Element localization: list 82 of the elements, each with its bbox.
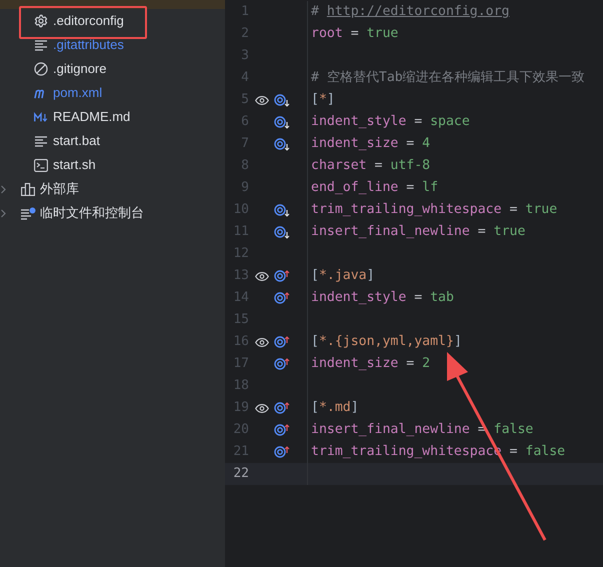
override-down-icon[interactable]	[274, 204, 290, 216]
property-key: root	[311, 24, 343, 44]
override-up-icon[interactable]	[274, 358, 290, 370]
section-pattern: *	[318, 91, 327, 110]
property-value: tab	[430, 289, 454, 308]
code-operator: =	[374, 157, 384, 176]
tree-node-label[interactable]: 临时文件和控制台	[40, 203, 144, 223]
eye-icon[interactable]	[255, 272, 269, 280]
section-bracket: ]	[366, 267, 375, 286]
section-pattern: *.md	[318, 399, 351, 418]
property-key: indent_size	[311, 354, 398, 374]
terminal-icon	[34, 158, 48, 172]
override-up-icon[interactable]	[274, 336, 290, 348]
property-value: true	[366, 25, 398, 44]
property-value: space	[430, 113, 470, 132]
file-name[interactable]: start.bat	[53, 131, 100, 151]
code-comment: # 空格替代Tab缩进在各种编辑工具下效果一致	[311, 69, 585, 88]
property-value: true	[494, 223, 526, 242]
property-key: indent_style	[311, 288, 406, 308]
override-down-icon[interactable]	[274, 116, 290, 128]
override-up-icon[interactable]	[274, 402, 290, 414]
property-value: lf	[422, 179, 438, 198]
library-icon	[21, 182, 35, 196]
property-value: true	[525, 201, 558, 220]
eye-icon[interactable]	[255, 404, 269, 412]
code-operator: =	[476, 223, 487, 242]
chevron-right-icon[interactable]	[0, 208, 7, 218]
override-down-icon[interactable]	[274, 138, 290, 150]
property-value: 4	[422, 135, 430, 154]
text-file-icon	[34, 40, 48, 50]
prohibited-icon	[34, 62, 48, 76]
property-key: end_of_line	[311, 178, 398, 198]
code-operator: =	[405, 135, 416, 154]
override-down-icon[interactable]	[274, 94, 290, 106]
file-name[interactable]: .gitattributes	[53, 35, 124, 55]
markdown-icon	[34, 112, 48, 122]
property-value: 2	[422, 355, 430, 374]
code-operator: =	[405, 179, 416, 198]
section-bracket: [	[311, 267, 319, 286]
file-name[interactable]: start.sh	[53, 155, 96, 175]
gear-icon	[34, 14, 48, 28]
property-value: false	[494, 421, 534, 440]
chevron-right-icon[interactable]	[0, 184, 7, 194]
tree-node-label[interactable]: 外部库	[40, 179, 79, 199]
property-key: insert_final_newline	[311, 222, 470, 242]
property-value: utf-8	[390, 157, 430, 176]
section-bracket: ]	[350, 399, 359, 418]
property-key: indent_size	[311, 134, 398, 154]
override-up-icon[interactable]	[274, 446, 290, 458]
file-name[interactable]: README.md	[53, 107, 130, 127]
section-bracket: [	[311, 91, 319, 110]
property-value: false	[525, 443, 566, 462]
code-operator: =	[508, 443, 518, 462]
code-operator: =	[413, 113, 424, 132]
code-operator: =	[405, 355, 416, 374]
section-bracket: ]	[326, 91, 335, 110]
file-name[interactable]: .editorconfig	[53, 11, 124, 31]
property-key: charset	[311, 156, 367, 176]
eye-icon[interactable]	[255, 96, 269, 104]
section-bracket: [	[311, 333, 319, 352]
line-number: 22	[232, 465, 249, 484]
code-link[interactable]: http://editorconfig.org	[326, 2, 510, 22]
override-down-icon[interactable]	[274, 226, 290, 238]
code-operator: =	[508, 201, 518, 220]
section-pattern: *.java	[318, 267, 367, 286]
section-pattern: *.{json,yml,yaml}	[318, 333, 454, 352]
property-key: trim_trailing_whitespace	[311, 200, 502, 220]
property-key: insert_final_newline	[311, 420, 470, 440]
override-up-icon[interactable]	[274, 424, 290, 436]
text-file-icon	[34, 136, 48, 146]
code-operator: =	[413, 289, 424, 308]
section-bracket: ]	[454, 333, 462, 352]
code-operator: =	[350, 25, 360, 44]
property-key: indent_style	[311, 112, 406, 132]
override-up-icon[interactable]	[274, 292, 290, 304]
file-name[interactable]: pom.xml	[53, 83, 102, 103]
code-comment: #	[311, 3, 320, 22]
section-bracket: [	[311, 399, 319, 418]
eye-icon[interactable]	[255, 338, 269, 346]
scratch-file-icon	[21, 206, 36, 220]
file-name[interactable]: .gitignore	[53, 59, 106, 79]
override-up-icon[interactable]	[274, 270, 290, 282]
